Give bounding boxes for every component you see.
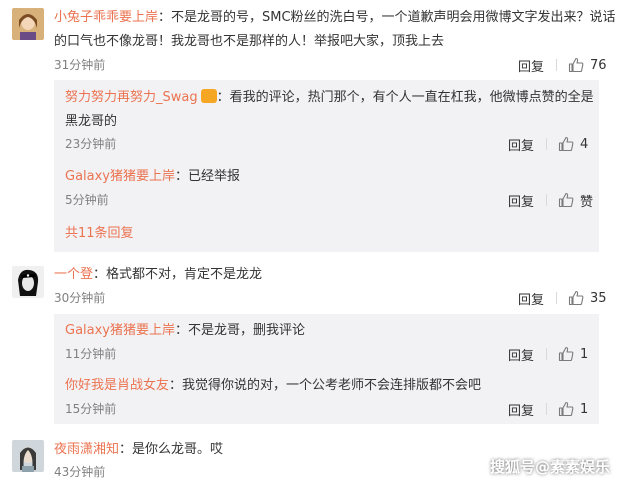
username-link[interactable]: 一个登 <box>54 267 93 282</box>
reply-body-continued: 黑龙哥的 <box>65 114 118 129</box>
reply-panel: 努力努力再努力_Swag ：看我的评论，热门那个，有个人一直在杠我，他微博点赞的全… <box>54 80 599 252</box>
divider <box>556 292 558 304</box>
username-link[interactable]: 你好我是肖战女友 <box>65 378 169 393</box>
watermark: 搜狐号@素素娱乐 <box>490 458 611 476</box>
reply-body: ：已经举报 <box>175 169 241 184</box>
username-link[interactable]: Galaxy猪猪要上岸 <box>65 323 175 338</box>
reply-actions: 回复 1 <box>508 344 588 364</box>
reply-button[interactable]: 回复 <box>518 289 544 308</box>
reply-button[interactable]: 回复 <box>508 400 534 419</box>
like-count: 赞 <box>580 194 594 210</box>
comment-body: ：不是龙哥的号，SMC粉丝的洗白号，一个道歉声明会用微博文字发出来？说话 <box>158 10 616 25</box>
divider <box>546 138 548 150</box>
more-replies-link[interactable]: 共11条回复 <box>65 224 134 244</box>
reply-time: 11分钟前 <box>65 347 117 361</box>
reply-button[interactable]: 回复 <box>508 191 534 210</box>
comment-time: 31分钟前 <box>54 58 106 72</box>
comment-actions: 回复 76 <box>518 55 607 75</box>
reply-button[interactable]: 回复 <box>518 56 544 75</box>
username-link[interactable]: Galaxy猪猪要上岸 <box>65 169 175 184</box>
thumbs-up-icon[interactable] <box>568 290 584 306</box>
like-count: 4 <box>580 136 589 152</box>
like-count: 76 <box>590 57 607 73</box>
reply-item: 你好我是肖战女友：我觉得你说的对，一个公考老师不会连排版都不会吧 <box>65 376 481 396</box>
comment-body-continued: 的口气也不像龙哥！我龙哥也不是那样的人！举报吧大家，顶我上去 <box>54 34 445 49</box>
username-link[interactable]: 努力努力再努力_Swag <box>65 90 198 105</box>
badge-icon <box>200 89 217 103</box>
thumbs-up-icon[interactable] <box>568 57 584 73</box>
comment-body: ：是你么龙哥。哎 <box>119 442 224 457</box>
like-count: 1 <box>580 401 589 417</box>
divider <box>556 59 558 71</box>
avatar[interactable] <box>12 266 44 298</box>
comment-body: ：格式都不对，肯定不是龙龙 <box>93 267 263 282</box>
comment-time: 43分钟前 <box>54 465 106 479</box>
reply-body: ：我觉得你说的对，一个公考老师不会连排版都不会吧 <box>169 378 482 393</box>
reply-actions: 回复 4 <box>508 134 588 154</box>
like-count: 1 <box>580 346 589 362</box>
reply-item: Galaxy猪猪要上岸：不是龙哥，删我评论 <box>65 321 305 341</box>
comment-text: 夜雨潇湘知：是你么龙哥。哎 <box>54 440 223 460</box>
reply-time: 23分钟前 <box>65 137 117 151</box>
reply-button[interactable]: 回复 <box>508 135 534 154</box>
reply-body: ：不是龙哥，删我评论 <box>175 323 306 338</box>
reply-body: ：看我的评论，热门那个，有个人一直在杠我，他微博点赞的全是 <box>216 90 594 105</box>
avatar[interactable] <box>12 440 44 472</box>
comment-actions: 回复 35 <box>518 288 607 308</box>
thumbs-up-icon[interactable] <box>558 401 574 417</box>
comment-text: 一个登：格式都不对，肯定不是龙龙 <box>54 265 262 285</box>
reply-item: Galaxy猪猪要上岸：已经举报 <box>65 167 240 187</box>
reply-button[interactable]: 回复 <box>508 345 534 364</box>
reply-item: 努力努力再努力_Swag ：看我的评论，热门那个，有个人一直在杠我，他微博点赞的全… <box>65 88 594 108</box>
reply-panel: Galaxy猪猪要上岸：不是龙哥，删我评论 11分钟前 回复 1 你好我是肖战女… <box>54 314 599 424</box>
reply-time: 5分钟前 <box>65 193 109 207</box>
comment-text: 小兔子乖乖要上岸：不是龙哥的号，SMC粉丝的洗白号，一个道歉声明会用微博文字发出… <box>54 8 616 28</box>
thumbs-up-icon[interactable] <box>558 136 574 152</box>
comment-time: 30分钟前 <box>54 291 106 305</box>
thumbs-up-icon[interactable] <box>558 346 574 362</box>
reply-time: 15分钟前 <box>65 402 117 416</box>
username-link[interactable]: 小兔子乖乖要上岸 <box>54 10 158 25</box>
divider <box>546 194 548 206</box>
like-count: 35 <box>590 290 607 306</box>
reply-actions: 回复 1 <box>508 399 588 419</box>
divider <box>546 403 548 415</box>
divider <box>546 348 548 360</box>
avatar[interactable] <box>12 8 44 40</box>
thumbs-up-icon[interactable] <box>558 192 574 208</box>
username-link[interactable]: 夜雨潇湘知 <box>54 442 119 457</box>
reply-actions: 回复 赞 <box>508 190 593 210</box>
